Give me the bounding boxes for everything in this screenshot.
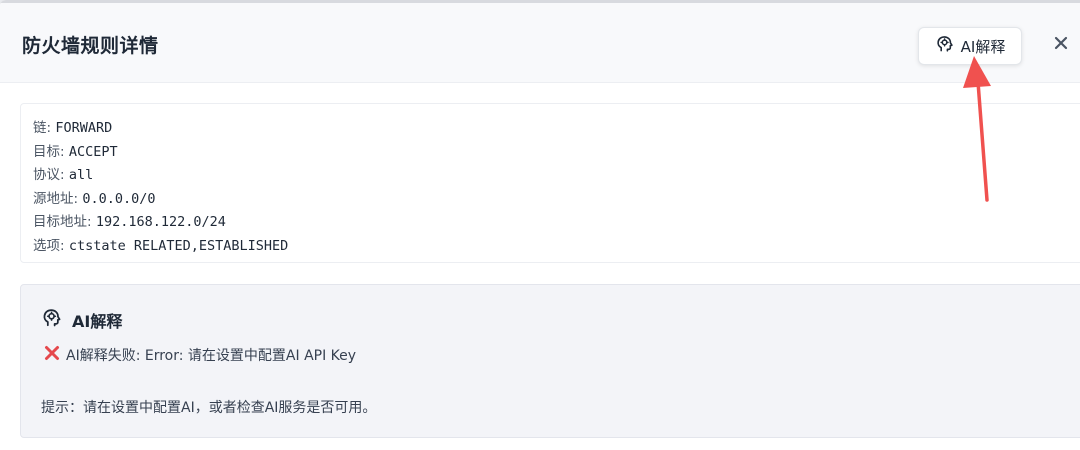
ai-hint-text: 提示：请在设置中配置AI，或者检查AI服务是否可用。 xyxy=(41,400,377,416)
close-button[interactable] xyxy=(1048,31,1074,57)
close-icon xyxy=(1054,35,1068,54)
dialog-title: 防火墙规则详情 xyxy=(22,35,159,57)
rule-key: 目标地址: xyxy=(33,214,92,231)
ai-error-message: AI解释失败: Error: 请在设置中配置AI API Key xyxy=(44,345,356,365)
rule-key: 选项: xyxy=(33,237,65,254)
ai-brain-icon xyxy=(41,307,63,333)
rule-value: ctstate RELATED,ESTABLISHED xyxy=(68,237,289,254)
rule-value: 192.168.122.0/24 xyxy=(95,214,226,231)
rule-details-list: 链: FORWARD 目标: ACCEPT 协议: all 源地址: 0.0.0… xyxy=(33,117,288,259)
rule-value: ACCEPT xyxy=(68,143,118,160)
rule-key: 源地址: xyxy=(33,190,79,207)
rule-key: 链: xyxy=(33,120,52,136)
red-cross-icon xyxy=(44,345,60,365)
rule-key: 目标: xyxy=(33,143,65,160)
ai-panel-title: AI解释 xyxy=(72,312,123,331)
ai-explanation-panel: AI解释 AI解释失败: Error: 请在设置中配置AI API Key 提示… xyxy=(20,284,1080,438)
rule-line-target: 目标: ACCEPT xyxy=(33,141,288,165)
rule-line-options: 选项: ctstate RELATED,ESTABLISHED xyxy=(33,235,288,259)
rule-line-chain: 链: FORWARD xyxy=(33,117,288,141)
rule-value: all xyxy=(68,167,94,184)
dialog-header: 防火墙规则详情 AI解释 xyxy=(0,3,1080,83)
firewall-rule-dialog: 防火墙规则详情 AI解释 链: FORWARD 目标: ACCEPT 协议: a… xyxy=(0,0,1080,450)
rule-value: 0.0.0.0/0 xyxy=(82,190,156,207)
rule-line-source: 源地址: 0.0.0.0/0 xyxy=(33,188,288,212)
rule-line-destination: 目标地址: 192.168.122.0/24 xyxy=(33,211,288,235)
rule-line-protocol: 协议: all xyxy=(33,164,288,188)
ai-brain-icon xyxy=(935,34,955,58)
rule-value: FORWARD xyxy=(55,120,113,136)
ai-explain-button-label: AI解释 xyxy=(960,37,1006,56)
rule-details-box: 链: FORWARD 目标: ACCEPT 协议: all 源地址: 0.0.0… xyxy=(20,103,1080,263)
ai-explain-button[interactable]: AI解释 xyxy=(918,27,1022,65)
ai-error-text: AI解释失败: Error: 请在设置中配置AI API Key xyxy=(66,348,357,364)
ai-panel-header: AI解释 xyxy=(41,307,122,333)
rule-key: 协议: xyxy=(33,167,65,184)
